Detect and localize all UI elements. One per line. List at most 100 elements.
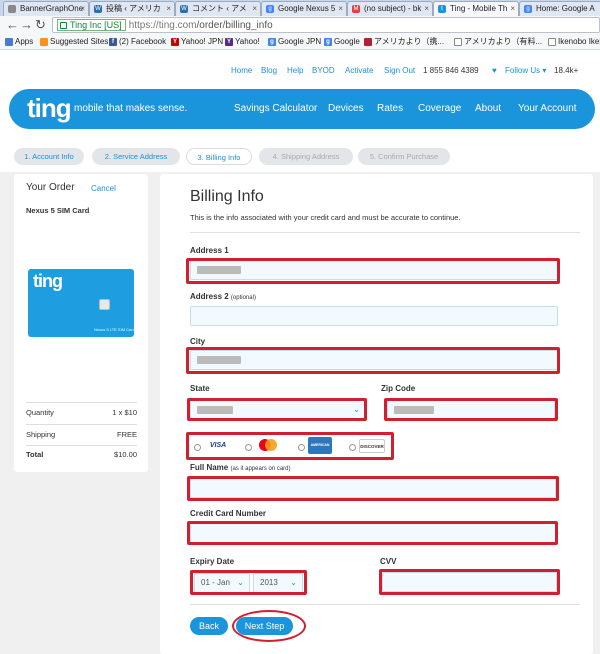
step-service-address[interactable]: 2. Service Address	[92, 148, 180, 165]
order-summary-panel: Your Order Cancel Nexus 5 SIM Card ting …	[14, 174, 148, 472]
highlight-box	[187, 398, 367, 421]
zip-label: Zip Code	[381, 384, 416, 393]
nav-rates[interactable]: Rates	[377, 103, 403, 114]
phone-number: 1 855 846 4389	[423, 66, 479, 75]
divider	[190, 232, 580, 233]
yahoo-icon: Y	[225, 38, 233, 46]
facebook-icon: f	[109, 38, 117, 46]
back-arrow-icon[interactable]: ←	[6, 17, 19, 33]
follow-us-link[interactable]: Follow Us ▾	[505, 66, 546, 75]
order-row-total: Total $10.00	[26, 450, 137, 459]
chevron-down-icon: ▾	[542, 66, 547, 75]
highlight-box	[187, 521, 558, 545]
step-shipping-address: 4. Shipping Address	[259, 148, 353, 165]
wordpress-icon: W	[94, 5, 102, 13]
bookmark-item[interactable]: Y Yahoo! JPN	[171, 36, 223, 48]
bookmark-item[interactable]: アメリカより（携...	[364, 36, 444, 48]
util-link-blog[interactable]: Blog	[261, 66, 277, 75]
apps-icon	[5, 38, 13, 46]
address2-field[interactable]	[190, 306, 558, 326]
highlight-box	[186, 432, 394, 460]
util-link-byod[interactable]: BYOD	[312, 66, 335, 75]
google-icon: g	[268, 38, 276, 46]
url-input[interactable]: Ting Inc [US] https://ting.com/order/bill…	[52, 17, 600, 33]
browser-tab[interactable]: W コメント ‹ アメ ×	[175, 1, 261, 16]
util-link-activate[interactable]: Activate	[345, 66, 373, 75]
suggested-sites-icon	[40, 38, 48, 46]
bookmark-item[interactable]: f (2) Facebook	[109, 36, 166, 48]
divider	[26, 445, 137, 446]
bookmarks-bar: Apps Suggested Sites f (2) Facebook Y Yaho…	[0, 34, 600, 50]
product-name: Nexus 5 SIM Card	[26, 206, 90, 215]
google-icon: g	[524, 5, 532, 13]
browser-tab-active[interactable]: t Ting - Mobile Th ×	[433, 1, 519, 16]
nav-devices[interactable]: Devices	[328, 103, 364, 114]
back-button[interactable]: Back	[190, 617, 228, 635]
wordpress-icon: W	[180, 5, 188, 13]
browser-tab[interactable]: g Home: Google A	[519, 1, 600, 16]
divider	[26, 424, 137, 425]
util-link-sign-out[interactable]: Sign Out	[384, 66, 415, 75]
bookmark-item[interactable]: アメリカより（有料...	[454, 36, 542, 48]
step-billing-info[interactable]: 3. Billing Info	[186, 148, 252, 165]
divider	[26, 402, 137, 403]
util-link-help[interactable]: Help	[287, 66, 303, 75]
divider	[190, 604, 580, 605]
google-icon: g	[324, 38, 332, 46]
forward-arrow-icon[interactable]: →	[20, 17, 33, 33]
step-account-info[interactable]: 1. Account Info	[14, 148, 84, 165]
step-confirm-purchase: 5. Confirm Purchase	[358, 148, 450, 165]
browser-tab[interactable]: M (no subject) - bk ×	[347, 1, 433, 16]
browser-tab[interactable]: BannerGraphOne ×	[3, 1, 89, 16]
sim-card-logo: ting	[33, 271, 63, 291]
ting-logo[interactable]: ting	[27, 93, 72, 123]
bookmark-item[interactable]: Suggested Sites	[40, 36, 108, 48]
close-icon[interactable]: ×	[80, 2, 85, 15]
close-icon[interactable]: ×	[510, 2, 515, 15]
sim-card-image: ting Nexus 5 LTE SIM Card	[28, 269, 135, 337]
close-icon[interactable]: ×	[252, 2, 257, 15]
browser-tab-strip: BannerGraphOne × W 投稿 ‹ アメリカ × W コメント ‹ アメ × …	[0, 0, 600, 16]
highlight-box	[384, 398, 558, 421]
billing-form-panel: Billing Info This is the info associated…	[160, 174, 593, 654]
bookmark-item[interactable]: Y Yahoo!	[225, 36, 260, 48]
ev-certificate-badge[interactable]: Ting Inc [US]	[57, 19, 126, 31]
nav-your-account[interactable]: Your Account	[518, 103, 577, 114]
page-title: Billing Info	[190, 188, 264, 205]
cancel-link[interactable]: Cancel	[91, 184, 116, 193]
highlight-box	[186, 347, 560, 374]
cvv-label: CVV	[380, 557, 397, 566]
close-icon[interactable]: ×	[166, 2, 171, 15]
close-icon[interactable]: ×	[338, 2, 343, 15]
address1-label: Address 1	[190, 246, 229, 255]
util-link-home[interactable]: Home	[231, 66, 252, 75]
full-name-label: Full Name (as it appears on card)	[190, 463, 291, 472]
city-label: City	[190, 337, 206, 346]
page-icon	[548, 38, 556, 46]
flag-icon	[364, 38, 372, 46]
sim-chip-icon	[99, 299, 110, 310]
bookmark-item[interactable]: g Google	[324, 36, 360, 48]
order-title: Your Order	[26, 182, 75, 193]
nav-coverage[interactable]: Coverage	[418, 103, 461, 114]
expiry-label: Expiry Date	[190, 557, 235, 566]
bookmark-item[interactable]: Ikenobo Ikeba	[548, 36, 600, 48]
highlight-box	[379, 569, 560, 595]
bookmark-item[interactable]: g Google JPN	[268, 36, 321, 48]
nav-about[interactable]: About	[475, 103, 501, 114]
highlight-circle	[232, 610, 306, 642]
bookmark-apps[interactable]: Apps	[5, 36, 33, 48]
highlight-box	[190, 570, 307, 595]
heart-icon: ♥	[492, 66, 497, 75]
highlight-box	[187, 476, 559, 501]
card-number-label: Credit Card Number	[190, 509, 267, 518]
nav-savings-calculator[interactable]: Savings Calculator	[234, 103, 317, 114]
order-row-quantity: Quantity 1 x $10	[26, 408, 137, 417]
gmail-icon: M	[352, 5, 360, 13]
site-header: ting mobile that makes sense. Savings Ca…	[9, 89, 595, 129]
browser-tab[interactable]: g Google Nexus 5 ×	[261, 1, 347, 16]
close-icon[interactable]: ×	[424, 2, 429, 15]
reload-icon[interactable]: ↻	[35, 17, 46, 33]
page-icon	[454, 38, 462, 46]
browser-tab[interactable]: W 投稿 ‹ アメリカ ×	[89, 1, 175, 16]
